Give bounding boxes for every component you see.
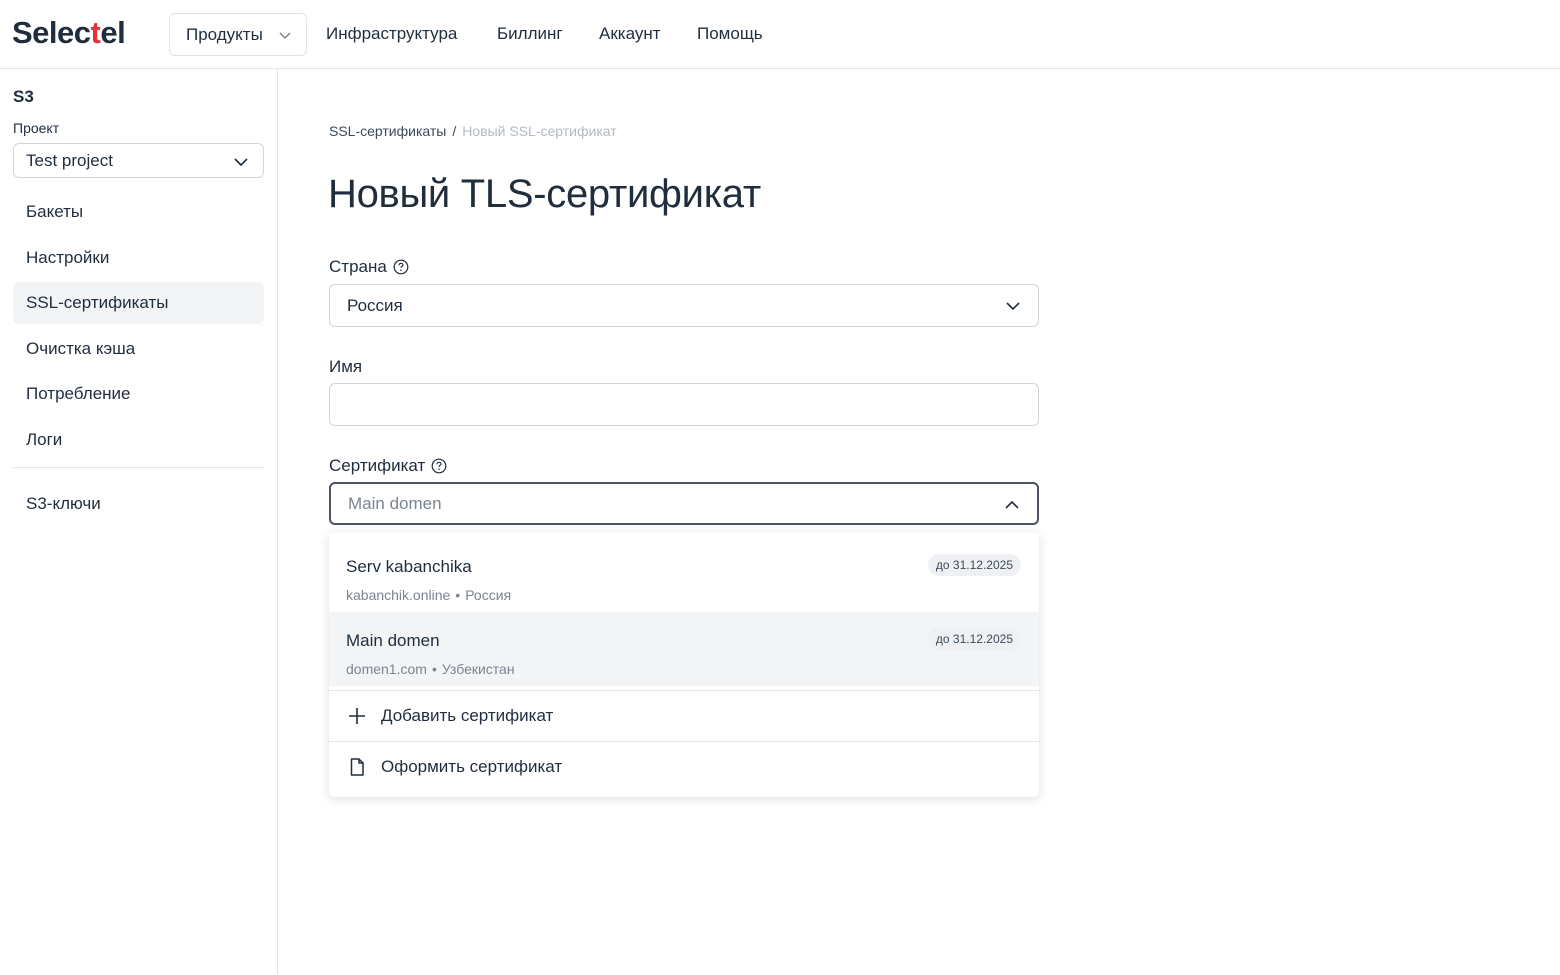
chevron-down-icon — [278, 27, 292, 47]
chevron-down-icon — [1005, 298, 1021, 319]
top-header: Selectel Продукты Инфраструктура Биллинг… — [0, 0, 1560, 69]
sidebar-item-consumption[interactable]: Потребление — [13, 373, 264, 415]
project-select[interactable]: Test project — [13, 143, 264, 178]
chevron-up-icon — [1004, 497, 1020, 518]
breadcrumb-current: Новый SSL-сертификат — [462, 123, 617, 139]
country-label: Страна — [329, 257, 387, 276]
sidebar-item-ssl-certificates[interactable]: SSL-сертификаты — [13, 282, 264, 324]
country-select[interactable]: Россия — [329, 284, 1039, 327]
name-field-label: Имя — [329, 357, 362, 377]
sidebar-item-label: Потребление — [26, 384, 131, 403]
sidebar: S3 Проект Test project Бакеты Настройки … — [0, 69, 278, 975]
option-separator: • — [431, 661, 437, 677]
project-label: Проект — [13, 120, 60, 136]
name-input[interactable] — [329, 383, 1039, 426]
issue-certificate-label: Оформить сертификат — [381, 757, 563, 776]
expiry-badge: до 31.12.2025 — [927, 628, 1021, 650]
option-separator: • — [455, 587, 461, 603]
products-label: Продукты — [186, 24, 263, 44]
certificate-option-serv-kabanchika[interactable]: Serv kabanchika kabanchik.online • Россия … — [329, 538, 1039, 612]
option-name: Main domen — [346, 631, 440, 650]
products-menu-button[interactable]: Продукты — [169, 13, 307, 56]
sidebar-item-label: Бакеты — [26, 202, 84, 221]
logo-text-prefix: Selec — [12, 15, 91, 50]
option-country: Узбекистан — [441, 661, 515, 677]
chevron-down-icon — [233, 154, 249, 175]
nav-infrastructure[interactable]: Инфраструктура — [326, 24, 457, 44]
logo-text-suffix: el — [100, 15, 126, 50]
sidebar-item-label: SSL-сертификаты — [26, 293, 169, 312]
sidebar-item-settings[interactable]: Настройки — [13, 237, 264, 279]
certificate-select-placeholder: Main domen — [348, 493, 442, 513]
sidebar-item-label: Очистка кэша — [26, 339, 136, 358]
sidebar-item-logs[interactable]: Логи — [13, 419, 264, 461]
option-country: Россия — [465, 587, 512, 603]
document-icon — [346, 756, 368, 778]
breadcrumb-separator: / — [452, 123, 457, 139]
sidebar-item-label: Настройки — [26, 248, 110, 267]
breadcrumb: SSL-сертификаты / Новый SSL-сертификат — [329, 123, 617, 139]
certificate-option-main-domen[interactable]: Main domen domen1.com • Узбекистан до 31.1… — [329, 612, 1039, 686]
option-details: kabanchik.online • Россия — [346, 587, 511, 603]
sidebar-item-s3-keys[interactable]: S3-ключи — [13, 483, 264, 525]
option-name: Serv kabanchika — [346, 557, 472, 576]
plus-icon — [346, 705, 368, 727]
nav-account[interactable]: Аккаунт — [599, 24, 661, 44]
add-certificate-button[interactable]: Добавить сертификат — [329, 691, 1039, 741]
sidebar-title: S3 — [13, 87, 34, 106]
help-icon[interactable] — [431, 458, 447, 474]
page-title: Новый TLS-сертификат — [328, 172, 761, 216]
sidebar-item-cache-purge[interactable]: Очистка кэша — [13, 328, 264, 370]
name-label: Имя — [329, 357, 363, 376]
sidebar-item-label: Логи — [26, 430, 63, 449]
certificate-dropdown: Serv kabanchika kabanchik.online • Россия … — [329, 532, 1039, 797]
nav-help[interactable]: Помощь — [697, 24, 763, 44]
option-details: domen1.com • Узбекистан — [346, 661, 515, 677]
country-field-label: Страна — [329, 257, 409, 277]
sidebar-divider — [13, 467, 264, 468]
logo-text-accent: t — [90, 15, 101, 50]
sidebar-item-label: S3-ключи — [26, 494, 101, 513]
nav-billing[interactable]: Биллинг — [497, 24, 563, 44]
breadcrumb-parent-link[interactable]: SSL-сертификаты — [329, 123, 446, 139]
help-icon[interactable] — [393, 259, 409, 275]
option-domain: domen1.com — [346, 661, 427, 677]
certificate-select[interactable]: Main domen — [329, 482, 1039, 525]
certificate-field-label: Сертификат — [329, 456, 447, 476]
sidebar-item-buckets[interactable]: Бакеты — [13, 191, 264, 233]
add-certificate-label: Добавить сертификат — [381, 706, 554, 725]
selectel-logo[interactable]: Selectel — [12, 15, 126, 51]
option-domain: kabanchik.online — [346, 587, 451, 603]
certificate-label: Сертификат — [329, 456, 426, 475]
expiry-badge: до 31.12.2025 — [927, 554, 1021, 576]
issue-certificate-button[interactable]: Оформить сертификат — [329, 742, 1039, 792]
project-select-value: Test project — [26, 150, 113, 170]
country-select-value: Россия — [347, 295, 403, 315]
